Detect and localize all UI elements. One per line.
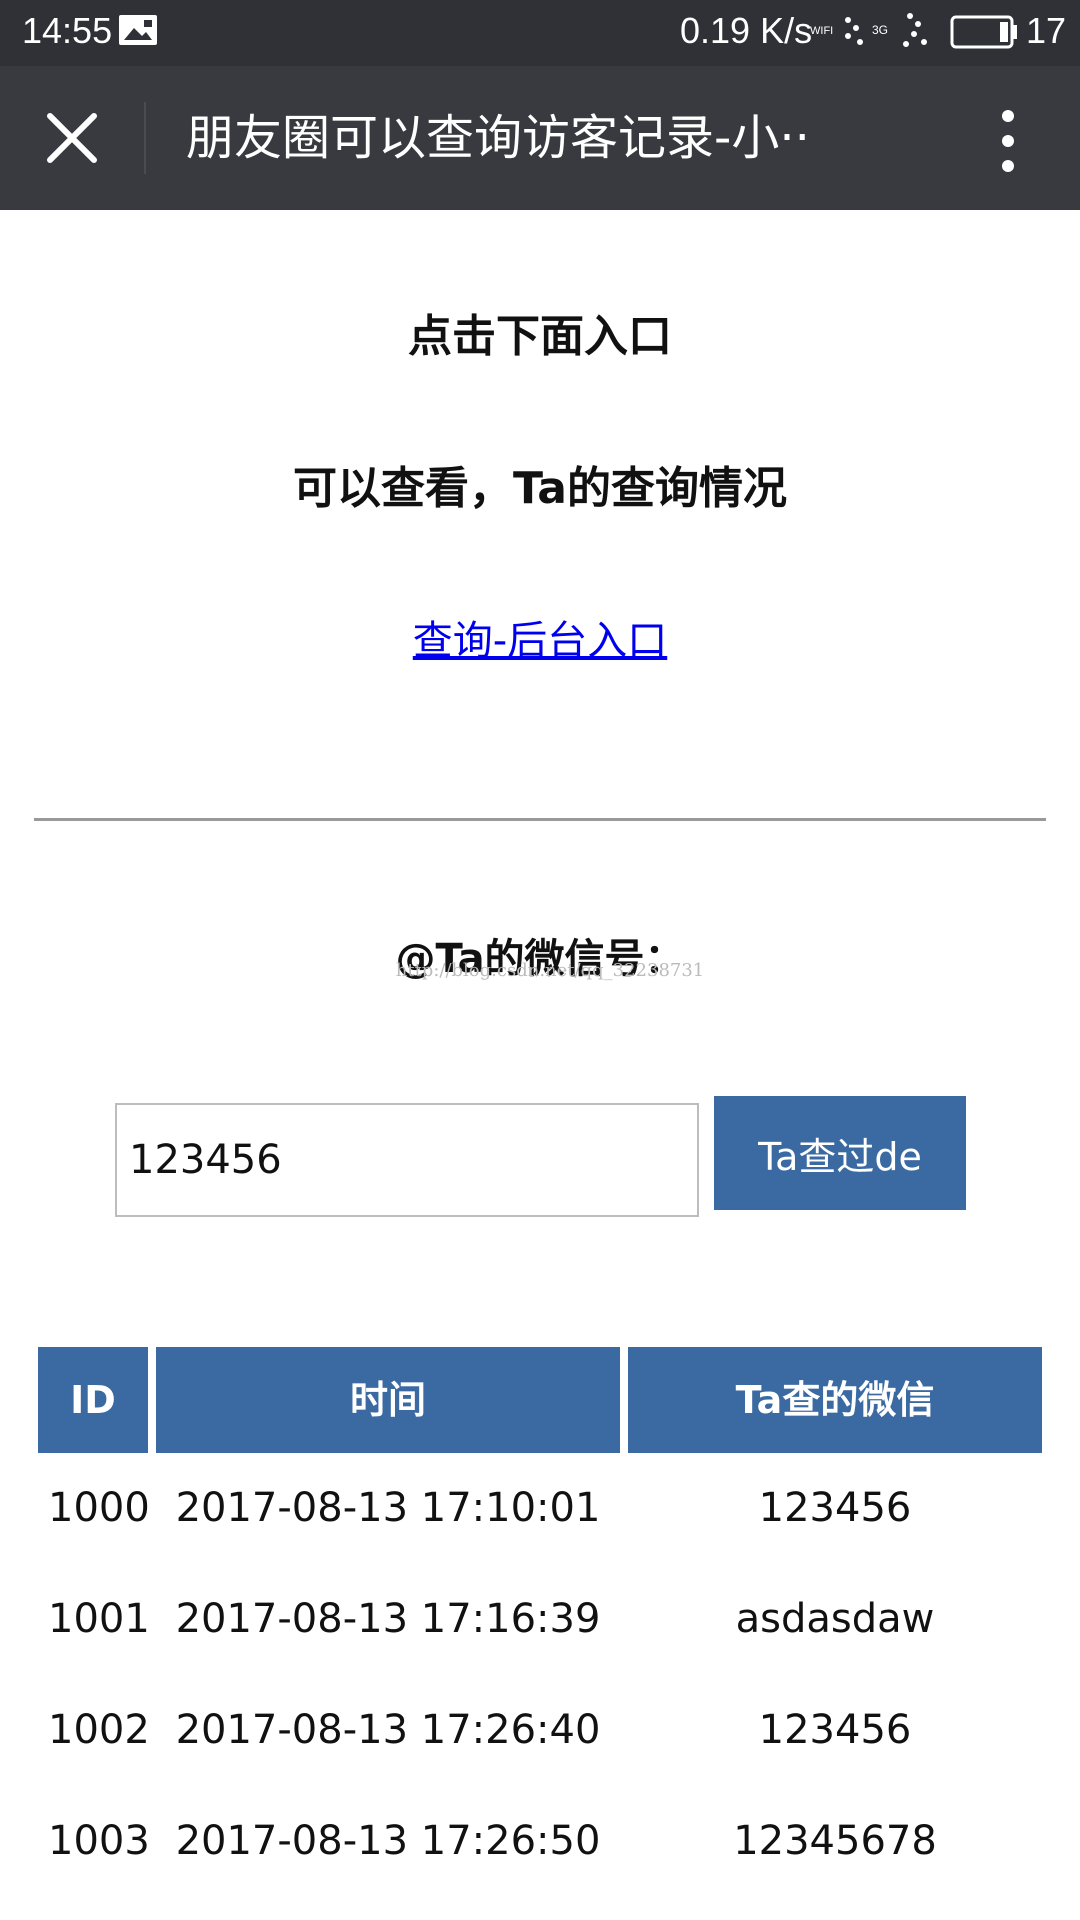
cell-time: 2017-08-13 17:26:40 [175, 1707, 601, 1753]
wifi-label: WIFI [810, 25, 833, 37]
cell-id: 1001 [48, 1596, 150, 1642]
more-vertical-icon[interactable] [992, 106, 1024, 176]
divider [34, 818, 1046, 821]
column-header-time: 时间 [156, 1347, 620, 1453]
network-speed: 0.19 K/s [680, 10, 813, 51]
battery-icon [950, 15, 1017, 49]
table-row: 1002 2017-08-13 17:26:40 123456 [38, 1675, 1042, 1786]
wechat-id-input[interactable] [115, 1103, 699, 1217]
watermark: http://blog.csdn.net/qq_32238731 [395, 960, 705, 981]
table-row: 1000 2017-08-13 17:10:01 123456 [38, 1453, 1042, 1564]
table-header: ID 时间 Ta查的微信 [38, 1347, 1042, 1453]
title-bar: 朋友圈可以查询访客记录-小·· [0, 66, 1080, 210]
cell-time: 2017-08-13 17:16:39 [175, 1596, 601, 1642]
cell-wechat: 12345678 [733, 1818, 937, 1864]
status-time: 14:55 [22, 10, 113, 51]
signal-3g-icon: 3G [872, 13, 927, 47]
cell-id: 1000 [48, 1485, 150, 1531]
wifi-icon: WIFI [810, 17, 863, 45]
cell-time: 2017-08-13 17:26:50 [175, 1818, 601, 1864]
backend-entry-link[interactable]: 查询-后台入口 [0, 608, 1080, 666]
column-header-id: ID [38, 1347, 148, 1453]
cell-wechat: 123456 [758, 1707, 912, 1753]
query-results-table: ID 时间 Ta查的微信 1000 2017-08-13 17:10:01 12… [38, 1347, 1042, 1897]
cell-time: 2017-08-13 17:10:01 [175, 1485, 601, 1531]
heading-click-entry: 点击下面入口 [408, 311, 672, 362]
cell-id: 1003 [48, 1818, 150, 1864]
heading-view-queries: 可以查看，Ta的查询情况 [292, 463, 788, 514]
page-title: 朋友圈可以查询访客记录-小·· [186, 110, 810, 166]
network-label: 3G [872, 23, 888, 37]
column-header-wechat: Ta查的微信 [628, 1347, 1042, 1453]
cell-wechat: asdasdaw [735, 1596, 935, 1642]
query-button[interactable]: Ta查过de [714, 1096, 966, 1210]
table-row: 1001 2017-08-13 17:16:39 asdasdaw [38, 1564, 1042, 1675]
title-divider [144, 102, 146, 174]
photo-icon [119, 15, 157, 45]
cell-id: 1002 [48, 1707, 150, 1753]
battery-level: 17 [1026, 10, 1067, 51]
table-row: 1003 2017-08-13 17:26:50 12345678 [38, 1786, 1042, 1897]
cell-wechat: 123456 [758, 1485, 912, 1531]
close-icon[interactable] [40, 106, 104, 170]
status-bar: 14:55 0.19 K/s WIFI 3G 17 [0, 0, 1080, 66]
